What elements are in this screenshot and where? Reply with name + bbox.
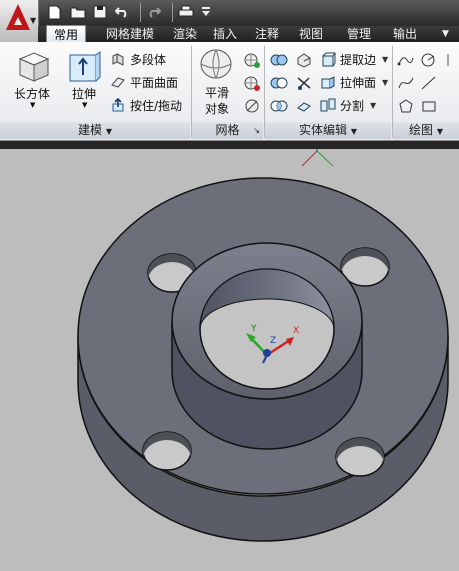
svg-text:Y: Y — [250, 324, 257, 334]
mesh-remove-icon[interactable] — [243, 74, 261, 92]
slice-icon[interactable] — [295, 74, 313, 92]
open-icon[interactable] — [70, 4, 86, 20]
extrude-faces-icon — [320, 74, 336, 90]
smooth-object-icon — [200, 49, 232, 79]
flange-model: Y Z X — [77, 143, 449, 542]
tab-insert[interactable]: 插入 — [210, 26, 240, 42]
redo-icon[interactable] — [146, 4, 162, 20]
chevron-down-icon: ▼ — [30, 16, 37, 25]
interfere-icon[interactable] — [295, 51, 313, 69]
tab-output[interactable]: 输出 — [390, 26, 420, 42]
quick-access-toolbar — [0, 0, 459, 26]
ribbon-minimize-icon[interactable]: ▼ — [442, 29, 456, 39]
box-icon — [18, 52, 50, 82]
intersect-icon[interactable] — [270, 97, 288, 115]
extract-edges-icon — [320, 51, 336, 67]
box-button[interactable]: 长方体 ▼ — [12, 49, 52, 113]
tab-annotate[interactable]: 注释 — [252, 26, 282, 42]
smooth-object-button[interactable]: 平滑 对象 — [196, 48, 238, 118]
drawing-viewport[interactable]: Y Z X — [0, 141, 459, 568]
plot-icon[interactable] — [178, 4, 194, 20]
customize-icon[interactable] — [198, 4, 214, 20]
mesh-add-icon[interactable] — [243, 51, 261, 69]
spline-icon[interactable] — [397, 74, 415, 92]
subtract-icon[interactable] — [270, 74, 288, 92]
panel-title-mesh[interactable]: 网格 ↘ — [192, 122, 263, 139]
planar-surface-icon — [110, 74, 126, 90]
thicken-icon[interactable] — [295, 97, 313, 115]
presspull-icon — [110, 97, 126, 113]
tab-render[interactable]: 渲染 — [170, 26, 200, 42]
extract-edges-button[interactable]: 提取边 ▼ — [320, 50, 388, 68]
polygon-icon[interactable] — [397, 97, 415, 115]
panel-title-solid-editing[interactable]: 实体编辑 ▼ — [265, 122, 391, 139]
tab-manage[interactable]: 管理 — [344, 26, 374, 42]
panel-title-modeling[interactable]: 建模 ▼ — [0, 122, 190, 139]
viewport-top-strip — [0, 141, 459, 149]
draw-overflow-icon[interactable] — [446, 51, 456, 69]
line-tool-icon[interactable] — [420, 74, 438, 92]
ribbon-tab-bar: 常用 网格建模 渲染 插入 注释 视图 管理 输出 ▼ — [38, 25, 459, 44]
polyline-icon[interactable] — [397, 51, 415, 69]
svg-text:X: X — [293, 326, 299, 336]
union-icon[interactable] — [270, 51, 288, 69]
extrude-button[interactable]: 拉伸 ▼ — [64, 49, 104, 113]
extrude-icon — [69, 51, 101, 82]
extrude-faces-button[interactable]: 拉伸面 ▼ — [320, 73, 388, 91]
svg-text:Z: Z — [270, 336, 276, 346]
planar-surface-button[interactable]: 平面曲面 — [110, 73, 178, 91]
new-icon[interactable] — [46, 4, 62, 20]
tab-view[interactable]: 视图 — [296, 26, 326, 42]
application-menu-button[interactable]: ▼ — [0, 0, 39, 40]
save-icon[interactable] — [92, 4, 108, 20]
mesh-refine-icon[interactable] — [243, 97, 261, 115]
panel-title-draw[interactable]: 绘图 ▼ — [393, 122, 459, 139]
tab-mesh-modeling[interactable]: 网格建模 — [94, 26, 166, 42]
separate-icon — [320, 97, 336, 113]
polysolid-icon — [110, 51, 126, 67]
polysolid-button[interactable]: 多段体 — [110, 50, 166, 68]
presspull-button[interactable]: 按住/拖动 — [110, 96, 182, 114]
separate-button[interactable]: 分割 ▼ — [320, 96, 376, 114]
undo-icon[interactable] — [114, 4, 130, 20]
circle-tool-icon[interactable] — [420, 51, 438, 69]
rectangle-tool-icon[interactable] — [420, 97, 438, 115]
